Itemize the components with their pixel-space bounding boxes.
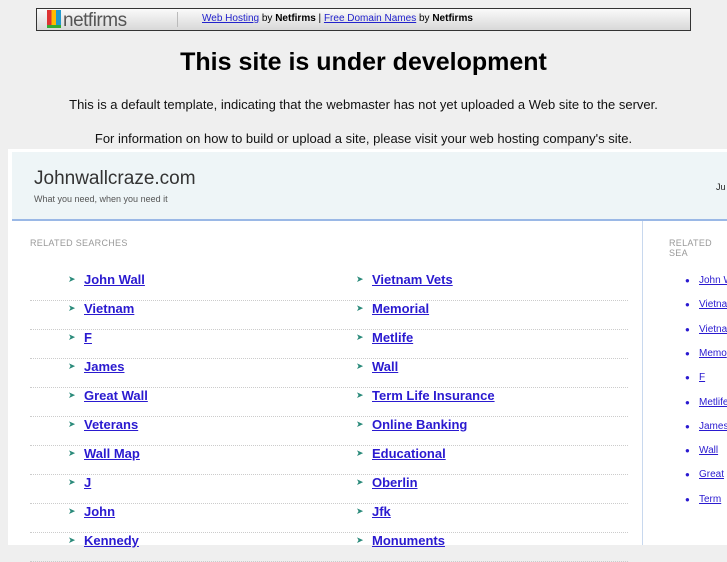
search-link[interactable]: John — [84, 504, 115, 519]
search-link[interactable]: James — [84, 359, 124, 374]
bullet-icon: ● — [685, 300, 690, 310]
search-link[interactable]: Oberlin — [372, 475, 418, 490]
arrow-icon: ➤ — [356, 477, 364, 487]
arrow-icon: ➤ — [68, 506, 76, 516]
bullet-icon: ● — [685, 397, 690, 407]
bullet-icon: ● — [685, 421, 690, 431]
bullet-icon: ● — [685, 373, 690, 383]
search-link[interactable]: Veterans — [84, 417, 138, 432]
search-link[interactable]: Wall — [372, 359, 398, 374]
banner-links: Web Hosting by Netfirms | Free Domain Na… — [202, 13, 473, 24]
side-search-link[interactable]: Term — [699, 494, 721, 505]
table-row: ➤ James ➤ Wall — [30, 359, 628, 388]
arrow-icon: ➤ — [356, 419, 364, 429]
search-link[interactable]: J — [84, 475, 91, 490]
search-link[interactable]: Memorial — [372, 301, 429, 316]
arrow-icon: ➤ — [68, 390, 76, 400]
table-row: ➤ Wall Map ➤ Educational — [30, 446, 628, 475]
table-row: ➤ Veterans ➤ Online Banking — [30, 417, 628, 446]
bullet-icon: ● — [685, 470, 690, 480]
bullet-icon: ● — [685, 494, 690, 504]
netfirms-banner: netfirms Web Hosting by Netfirms | Free … — [36, 8, 691, 31]
arrow-icon: ➤ — [68, 361, 76, 371]
arrow-icon: ➤ — [68, 448, 76, 458]
page-title: This site is under development — [180, 48, 547, 76]
arrow-icon: ➤ — [68, 477, 76, 487]
site-tagline: What you need, when you need it — [34, 194, 168, 204]
arrow-icon: ➤ — [356, 448, 364, 458]
table-row: ➤ Kennedy ➤ Monuments — [30, 533, 628, 562]
search-link[interactable]: Jfk — [372, 504, 391, 519]
pipe: | — [315, 13, 324, 24]
arrow-icon: ➤ — [68, 419, 76, 429]
search-link[interactable]: Vietnam — [84, 301, 134, 316]
search-link[interactable]: Metlife — [372, 330, 413, 345]
search-link[interactable]: Term Life Insurance — [372, 388, 495, 403]
table-row: ➤ Vietnam ➤ Memorial — [30, 301, 628, 330]
info-text-1: This is a default template, indicating t… — [69, 97, 658, 112]
search-link[interactable]: Great Wall — [84, 388, 148, 403]
search-link[interactable]: Monuments — [372, 533, 445, 548]
bullet-icon: ● — [685, 348, 690, 358]
table-row: ➤ John ➤ Jfk — [30, 504, 628, 533]
side-search-link[interactable]: Wall — [699, 445, 718, 456]
arrow-icon: ➤ — [68, 303, 76, 313]
site-header: Johnwallcraze.com What you need, when yo… — [12, 152, 727, 221]
header-right-text: Ju — [716, 182, 726, 192]
search-link[interactable]: Wall Map — [84, 446, 140, 461]
arrow-icon: ➤ — [356, 535, 364, 545]
bullet-icon: ● — [685, 446, 690, 456]
arrow-icon: ➤ — [68, 332, 76, 342]
info-text-2: For information on how to build or uploa… — [94, 131, 633, 146]
table-row: ➤ J ➤ Oberlin — [30, 475, 628, 504]
table-row: ➤ Great Wall ➤ Term Life Insurance — [30, 388, 628, 417]
table-row: ➤ John Wall ➤ Vietnam Vets — [30, 272, 628, 301]
side-search-link[interactable]: Metlife — [699, 397, 727, 408]
by-text: by — [259, 13, 276, 24]
side-search-link[interactable]: Memo — [699, 348, 727, 359]
parked-page: Johnwallcraze.com What you need, when yo… — [8, 149, 727, 562]
arrow-icon: ➤ — [356, 390, 364, 400]
brand-text: Netfirms — [275, 13, 316, 24]
side-search-link[interactable]: John W — [699, 275, 727, 286]
arrow-icon: ➤ — [356, 274, 364, 284]
divider — [177, 12, 178, 27]
netfirms-logo[interactable]: netfirms — [47, 10, 127, 32]
web-hosting-link[interactable]: Web Hosting — [202, 13, 259, 24]
related-searches-heading: RELATED SEARCHES — [30, 238, 128, 248]
arrow-icon: ➤ — [356, 506, 364, 516]
site-name[interactable]: Johnwallcraze.com — [34, 168, 196, 190]
bullet-icon: ● — [685, 276, 690, 285]
table-row: ➤ F ➤ Metlife — [30, 330, 628, 359]
logo-icon — [47, 10, 61, 28]
search-link[interactable]: Online Banking — [372, 417, 467, 432]
side-search-link[interactable]: James — [699, 421, 727, 432]
arrow-icon: ➤ — [356, 303, 364, 313]
related-searches: RELATED SEARCHES ➤ John Wall ➤ Vietnam Vets… — [12, 221, 643, 562]
arrow-icon: ➤ — [356, 361, 364, 371]
side-search-link[interactable]: Vietna — [699, 299, 727, 310]
side-search-link[interactable]: F — [699, 372, 705, 383]
search-link[interactable]: John Wall — [84, 272, 145, 287]
side-heading: RELATED SEA — [669, 238, 712, 258]
search-link[interactable]: Vietnam Vets — [372, 272, 453, 287]
search-link[interactable]: F — [84, 330, 92, 345]
brand-text: Netfirms — [432, 13, 473, 24]
search-link[interactable]: Educational — [372, 446, 446, 461]
arrow-icon: ➤ — [68, 274, 76, 284]
arrow-icon: ➤ — [356, 332, 364, 342]
side-search-link[interactable]: Vietna — [699, 324, 727, 335]
search-link[interactable]: Kennedy — [84, 533, 139, 548]
by-text: by — [416, 13, 433, 24]
side-search-link[interactable]: Great — [699, 469, 724, 480]
arrow-icon: ➤ — [68, 535, 76, 545]
bullet-icon: ● — [685, 324, 690, 334]
free-domain-link[interactable]: Free Domain Names — [324, 13, 416, 24]
